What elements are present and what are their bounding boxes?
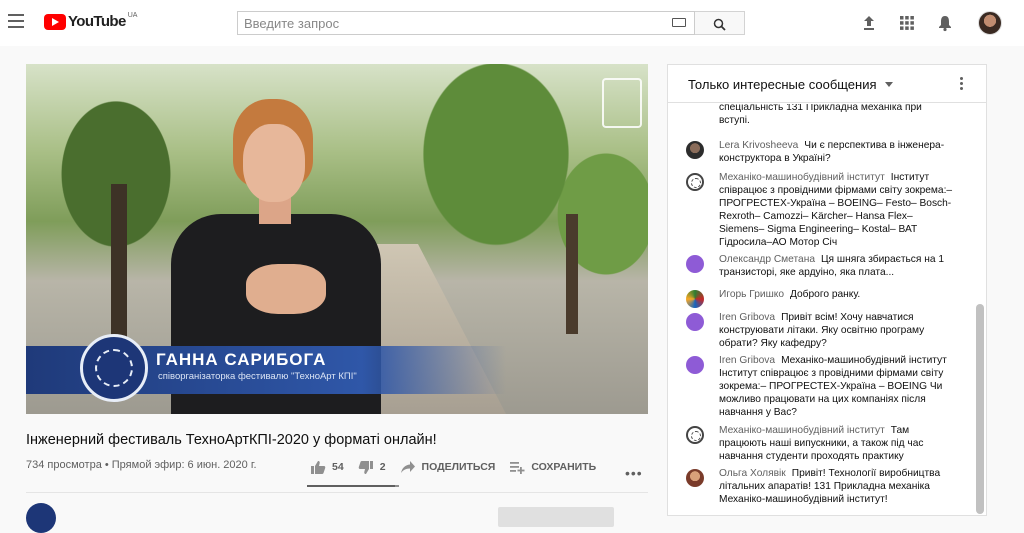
logo-text: YouTube [68, 13, 126, 30]
author-avatar[interactable] [686, 173, 704, 191]
chat-menu-icon[interactable] [960, 77, 964, 92]
chat-author[interactable]: Игорь Гришко [719, 289, 784, 300]
account-avatar[interactable] [978, 11, 1002, 35]
chat-author[interactable]: Iren Gribova [719, 355, 775, 366]
author-avatar[interactable] [686, 290, 704, 308]
chat-author[interactable]: Механіко-машинобудівний інститут [719, 425, 885, 436]
dislike-button[interactable]: 2 [358, 460, 386, 475]
chat-author[interactable]: Ольга Холявік [719, 468, 786, 479]
dropdown-caret-icon [884, 82, 893, 87]
chat-author[interactable]: Lera Krivosheeva [719, 140, 798, 151]
channel-avatar[interactable] [26, 503, 56, 533]
masthead: YouTube UA [0, 0, 1024, 46]
chat-message-list[interactable]: спеціальність 131 Прикладна механіка при… [668, 104, 986, 516]
tree-trunk [111, 184, 127, 354]
share-arrow-icon [400, 461, 415, 473]
author-avatar[interactable] [686, 469, 704, 487]
country-code: UA [127, 12, 138, 19]
institute-emblem [80, 334, 148, 402]
upload-icon[interactable] [860, 14, 878, 32]
share-label: ПОДЕЛИТЬСЯ [421, 461, 496, 473]
like-count: 54 [332, 461, 344, 473]
search-input[interactable] [238, 12, 658, 34]
youtube-play-icon [44, 13, 66, 30]
playlist-add-icon [510, 462, 525, 474]
video-title: Інженерний фестиваль ТехноАртКПІ-2020 у … [26, 432, 437, 448]
divider [26, 492, 648, 493]
author-avatar[interactable] [686, 426, 704, 444]
chat-author[interactable]: Олександр Сметана [719, 254, 815, 265]
chat-message-text: Інститут співрацює з провідними фірмами … [719, 172, 953, 248]
author-avatar[interactable] [686, 313, 704, 331]
dislike-count: 2 [379, 461, 386, 473]
menu-icon[interactable] [8, 14, 24, 28]
chat-message-text: спеціальність 131 Прикладна механіка при… [719, 104, 922, 126]
youtube-logo[interactable]: YouTube UA [44, 12, 138, 30]
chat-header: Только интересные сообщения [668, 65, 986, 103]
save-button[interactable]: СОХРАНИТЬ [509, 460, 596, 474]
chat-author[interactable]: Механіко-машинобудівний інститут [719, 172, 885, 183]
notifications-bell-icon[interactable] [936, 14, 954, 32]
thumbs-up-icon [311, 460, 326, 474]
chat-mode-label: Только интересные сообщения [688, 77, 877, 92]
chat-scrollbar[interactable] [976, 304, 984, 514]
video-meta: 734 просмотра • Прямой эфир: 6 июн. 2020… [26, 459, 257, 471]
author-avatar[interactable] [686, 141, 704, 159]
share-button[interactable]: ПОДЕЛИТЬСЯ [400, 460, 496, 474]
tree-trunk [566, 214, 578, 334]
subscribe-button[interactable] [498, 507, 614, 527]
chat-author[interactable]: Iren Gribova [719, 312, 775, 323]
live-chat-panel: Только интересные сообщения спеціальніст… [667, 64, 987, 516]
more-actions-icon[interactable]: ••• [625, 465, 643, 481]
channel-watermark-emblem[interactable] [602, 78, 642, 128]
like-dislike-bar [307, 485, 399, 487]
search-box [237, 11, 695, 35]
author-avatar[interactable] [686, 255, 704, 273]
video-player[interactable]: ГАННА САРИБОГА співорганізаторка фестива… [26, 64, 648, 414]
save-label: СОХРАНИТЬ [531, 461, 597, 473]
search-icon [713, 18, 726, 31]
thumbs-down-icon [358, 460, 373, 474]
keyboard-icon[interactable] [672, 18, 686, 27]
search-button[interactable] [695, 11, 745, 35]
chat-mode-dropdown[interactable]: Только интересные сообщения [688, 77, 893, 92]
author-avatar[interactable] [686, 356, 704, 374]
lower-third-role: співорганізаторка фестивалю "ТехноАрт КП… [158, 371, 357, 382]
like-button[interactable]: 54 [310, 460, 344, 475]
video-actions: 54 2 ПОДЕЛИТЬСЯ СОХРАНИТЬ [310, 456, 610, 478]
chat-message-text: Доброго ранку. [790, 289, 861, 300]
apps-icon[interactable] [898, 14, 916, 32]
lower-third-name: ГАННА САРИБОГА [156, 350, 327, 369]
